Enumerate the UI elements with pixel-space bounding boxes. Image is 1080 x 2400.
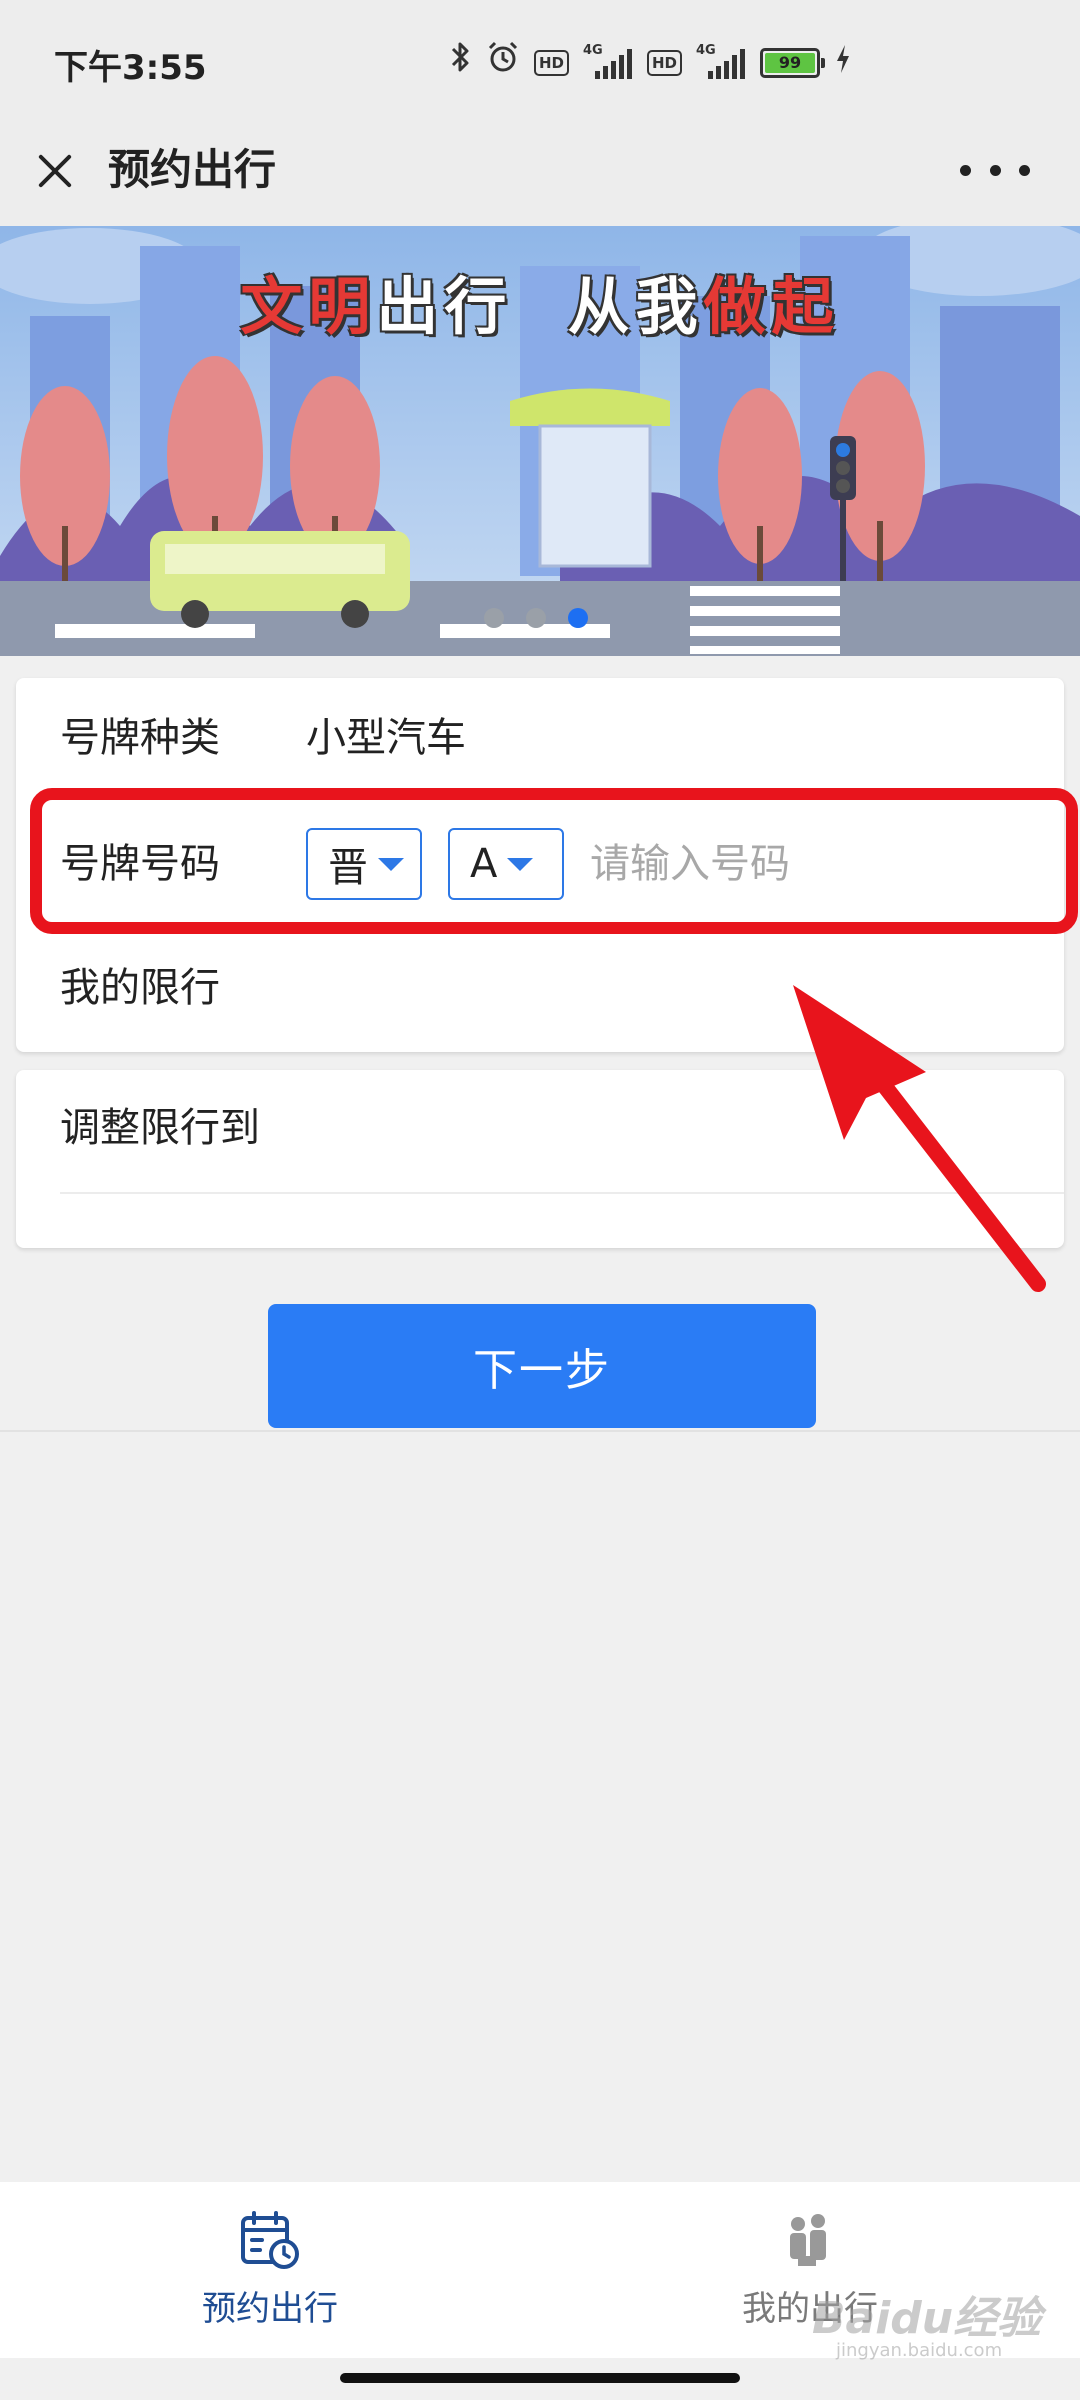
plate-number-label: 号牌号码: [60, 841, 220, 887]
signal-icon-2: 4G: [696, 43, 746, 81]
chevron-down-icon: [378, 857, 404, 871]
carousel-dots: [484, 608, 588, 628]
carousel-dot[interactable]: [484, 608, 504, 628]
plate-number-input[interactable]: [590, 828, 890, 900]
status-time: 下午3:55: [54, 48, 207, 88]
watermark-url: jingyan.baidu.com: [836, 2340, 1003, 2361]
plate-type-label: 号牌种类: [60, 715, 220, 761]
tab-label: 预约出行: [202, 2289, 338, 2329]
tab-book-trip[interactable]: 预约出行: [70, 2182, 470, 2358]
alarm-icon: [486, 40, 520, 85]
province-select[interactable]: 晋: [306, 828, 422, 900]
people-icon: [790, 2214, 826, 2266]
carousel-dot-active[interactable]: [568, 608, 588, 628]
banner-slogan: 文明出行 从我做起: [240, 270, 840, 343]
close-icon[interactable]: [30, 140, 80, 200]
signal-icon: 4G: [583, 43, 633, 81]
divider: [60, 1192, 1064, 1194]
title-bar: 预约出行: [0, 120, 1080, 226]
hd-badge: HD: [533, 49, 569, 76]
calendar-clock-icon: [241, 2211, 299, 2269]
divider: [0, 1430, 1080, 1432]
adjust-limit-label: 调整限行到: [60, 1105, 260, 1151]
carousel-dot[interactable]: [526, 608, 546, 628]
charging-icon: [834, 43, 852, 82]
next-step-button[interactable]: 下一步: [268, 1304, 816, 1428]
hd-badge-2: HD: [646, 49, 682, 76]
chevron-down-icon: [507, 857, 534, 871]
bluetooth-icon: [450, 40, 472, 85]
more-icon[interactable]: [960, 145, 1030, 195]
battery-icon: 99: [760, 47, 825, 78]
plate-type-value[interactable]: 小型汽车: [306, 708, 466, 768]
page-title: 预约出行: [108, 145, 277, 194]
letter-select[interactable]: A: [448, 828, 564, 900]
status-bar: 下午3:55 HD 4G HD 4G 99: [0, 0, 1080, 120]
my-limit-label: 我的限行: [60, 965, 220, 1011]
banner-carousel[interactable]: 文明出行 从我做起: [0, 226, 1080, 656]
adjust-limit-card: 调整限行到: [16, 1070, 1064, 1248]
status-icons: HD 4G HD 4G 99: [450, 40, 852, 85]
home-indicator[interactable]: [340, 2373, 740, 2383]
plate-form-card: 号牌种类 小型汽车 号牌号码 晋 A 我的限行: [16, 678, 1064, 1052]
watermark-logo: Baidu经验: [812, 2293, 1042, 2344]
